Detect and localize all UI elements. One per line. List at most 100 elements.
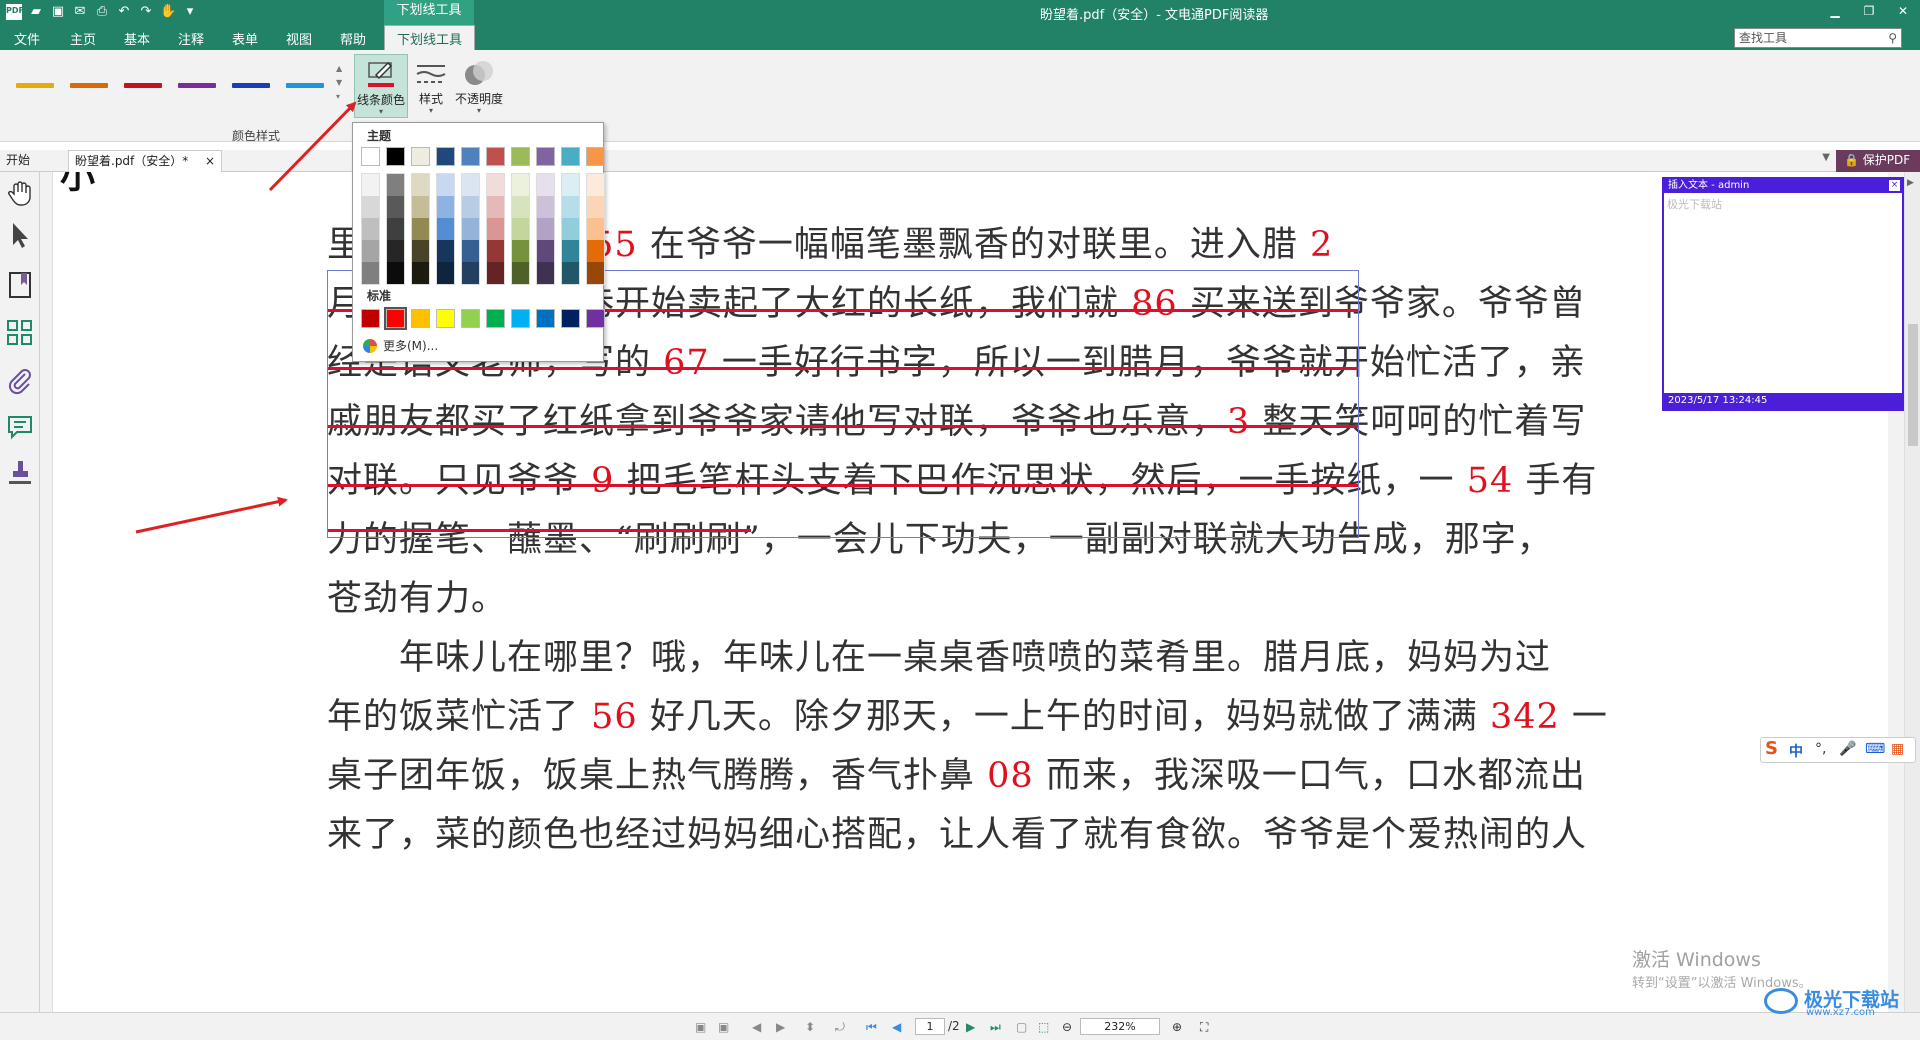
ime-toolbar[interactable]: S 中 °, 🎤 ⌨ ▦ bbox=[1760, 737, 1916, 763]
theme-shade-column[interactable] bbox=[486, 173, 505, 285]
previous-page-icon[interactable]: ◀ bbox=[892, 1020, 901, 1034]
opacity-button[interactable]: 不透明度 ▾ bbox=[452, 54, 506, 118]
menu-comment[interactable]: 注释 bbox=[178, 29, 204, 48]
standard-color-swatch[interactable] bbox=[384, 307, 407, 330]
minimize-button[interactable]: ▁ bbox=[1818, 0, 1852, 24]
select-pages-icon[interactable]: ▣ bbox=[695, 1020, 706, 1034]
standard-color-swatch[interactable] bbox=[411, 309, 430, 328]
theme-shade-column[interactable] bbox=[461, 173, 480, 285]
style-button[interactable]: 样式 ▾ bbox=[404, 54, 458, 118]
standard-color-swatch[interactable] bbox=[486, 309, 505, 328]
customize-toolbar-icon[interactable]: ▾ bbox=[182, 4, 198, 20]
save-icon[interactable]: ▣ bbox=[50, 4, 66, 20]
line-color-preset-3[interactable] bbox=[124, 83, 162, 88]
attachment-icon[interactable] bbox=[5, 366, 35, 396]
scroll-thumb[interactable] bbox=[1908, 324, 1918, 446]
email-icon[interactable]: ✉ bbox=[72, 4, 88, 20]
theme-shade-column[interactable] bbox=[361, 173, 380, 285]
redo-icon[interactable]: ↷ bbox=[138, 4, 154, 20]
note-close-icon[interactable]: × bbox=[1889, 180, 1900, 191]
menu-forms[interactable]: 表单 bbox=[232, 29, 258, 48]
theme-color-swatch[interactable] bbox=[411, 147, 430, 166]
close-tab-icon[interactable]: × bbox=[205, 151, 215, 172]
scroll-right-arrow-icon[interactable]: ▶ bbox=[1907, 178, 1914, 188]
skin-icon[interactable]: ▦ bbox=[1891, 741, 1904, 757]
line-color-preset-6[interactable] bbox=[286, 83, 324, 88]
standard-color-swatch[interactable] bbox=[436, 309, 455, 328]
ime-lang-indicator[interactable]: 中 bbox=[1789, 741, 1803, 761]
line-color-preset-5[interactable] bbox=[232, 83, 270, 88]
menu-help[interactable]: 帮助 bbox=[340, 29, 366, 48]
single-page-icon[interactable]: ▢ bbox=[1016, 1020, 1027, 1034]
menu-underline-tool[interactable]: 下划线工具 bbox=[384, 25, 476, 50]
gallery-scroll[interactable]: ▲ ▼ ▾ bbox=[336, 62, 346, 104]
theme-color-swatch[interactable] bbox=[511, 147, 530, 166]
microphone-icon[interactable]: 🎤 bbox=[1839, 741, 1856, 757]
insert-text-note-popup[interactable]: 插入文本 - admin × 极光下载站 2023/5/17 13:24:45 bbox=[1662, 177, 1904, 411]
theme-shade-column[interactable] bbox=[386, 173, 405, 285]
select-arrow-icon[interactable] bbox=[5, 220, 35, 250]
standard-color-swatch[interactable] bbox=[586, 309, 605, 328]
line-color-preset-4[interactable] bbox=[178, 83, 216, 88]
hand-tool-icon[interactable]: ✋ bbox=[160, 4, 176, 20]
line-color-preset-2[interactable] bbox=[70, 83, 108, 88]
theme-color-swatch[interactable] bbox=[461, 147, 480, 166]
print-icon[interactable]: ⎙ bbox=[94, 4, 110, 20]
comments-icon[interactable] bbox=[5, 412, 35, 442]
last-page-icon[interactable]: ⏭ bbox=[990, 1020, 1001, 1035]
fit-width-icon[interactable]: ⬚ bbox=[1038, 1020, 1049, 1034]
zoom-in-icon[interactable]: ⊕ bbox=[1172, 1020, 1182, 1034]
theme-color-swatch[interactable] bbox=[561, 147, 580, 166]
more-colors-option[interactable]: 更多(M)... bbox=[363, 337, 438, 354]
menu-home[interactable]: 主页 bbox=[70, 29, 96, 48]
vertical-scrollbar[interactable]: ▶ bbox=[1904, 172, 1920, 1012]
theme-shade-column[interactable] bbox=[436, 173, 455, 285]
rotate-icon[interactable]: ⤾ bbox=[835, 1020, 845, 1035]
theme-color-swatch[interactable] bbox=[536, 147, 555, 166]
theme-color-swatch[interactable] bbox=[361, 147, 380, 166]
next-page-icon[interactable]: ▶ bbox=[966, 1020, 975, 1034]
theme-color-swatch[interactable] bbox=[486, 147, 505, 166]
tab-document[interactable]: 盼望着.pdf（安全）* × bbox=[68, 150, 222, 172]
bookmark-icon[interactable] bbox=[5, 270, 35, 300]
theme-shade-column[interactable] bbox=[536, 173, 555, 285]
forward-icon[interactable]: ▶ bbox=[776, 1020, 785, 1034]
menu-view[interactable]: 视图 bbox=[286, 29, 312, 48]
fit-icon[interactable]: ⬍ bbox=[805, 1020, 815, 1034]
menu-file[interactable]: 文件 bbox=[14, 29, 40, 48]
line-color-preset-1[interactable] bbox=[16, 83, 54, 88]
protect-pdf-button[interactable]: 🔒 保护PDF bbox=[1836, 150, 1920, 172]
open-folder-icon[interactable]: ▰ bbox=[28, 4, 44, 20]
thumbnails-icon[interactable] bbox=[5, 318, 35, 348]
note-text-area[interactable]: 极光下载站 bbox=[1664, 193, 1902, 393]
theme-color-swatch[interactable] bbox=[386, 147, 405, 166]
keyboard-icon[interactable]: ⌨ bbox=[1865, 741, 1885, 757]
back-icon[interactable]: ◀ bbox=[752, 1020, 761, 1034]
zoom-level-input[interactable]: 232% bbox=[1080, 1018, 1160, 1035]
theme-shade-column[interactable] bbox=[411, 173, 430, 285]
search-tools-input[interactable]: 查找工具 ⚲ bbox=[1734, 28, 1902, 48]
multi-select-icon[interactable]: ▣ bbox=[718, 1020, 729, 1034]
gallery-more-icon[interactable]: ▾ bbox=[336, 90, 346, 104]
theme-color-swatch[interactable] bbox=[436, 147, 455, 166]
gallery-down-icon[interactable]: ▼ bbox=[336, 76, 346, 90]
restore-button[interactable]: ❐ bbox=[1852, 0, 1886, 24]
line-color-dropdown[interactable]: 主题 标准 更多(M)... bbox=[352, 122, 605, 362]
standard-color-swatch[interactable] bbox=[536, 309, 555, 328]
standard-color-swatch[interactable] bbox=[511, 309, 530, 328]
theme-shade-column[interactable] bbox=[586, 173, 605, 285]
line-color-button[interactable]: 线条颜色 ▾ bbox=[354, 54, 408, 118]
tab-start[interactable]: 开始 bbox=[0, 150, 36, 172]
menu-basic[interactable]: 基本 bbox=[124, 29, 150, 48]
theme-shade-column[interactable] bbox=[511, 173, 530, 285]
standard-color-swatch[interactable] bbox=[361, 309, 380, 328]
document-viewer[interactable]: 小 里？哦，年味儿 55 在爷爷一幅幅笔墨飘香的对联里。进入腊 2月，街上大街小… bbox=[40, 172, 1906, 1012]
note-header[interactable]: 插入文本 - admin × bbox=[1664, 179, 1902, 193]
theme-color-swatch[interactable] bbox=[586, 147, 605, 166]
close-button[interactable]: ✕ bbox=[1886, 0, 1920, 24]
tab-list-dropdown-icon[interactable]: ▼ bbox=[1822, 152, 1830, 163]
standard-color-swatch[interactable] bbox=[561, 309, 580, 328]
standard-color-swatch[interactable] bbox=[461, 309, 480, 328]
zoom-out-icon[interactable]: ⊖ bbox=[1062, 1020, 1072, 1034]
page-number-input[interactable]: 1 bbox=[915, 1018, 945, 1035]
